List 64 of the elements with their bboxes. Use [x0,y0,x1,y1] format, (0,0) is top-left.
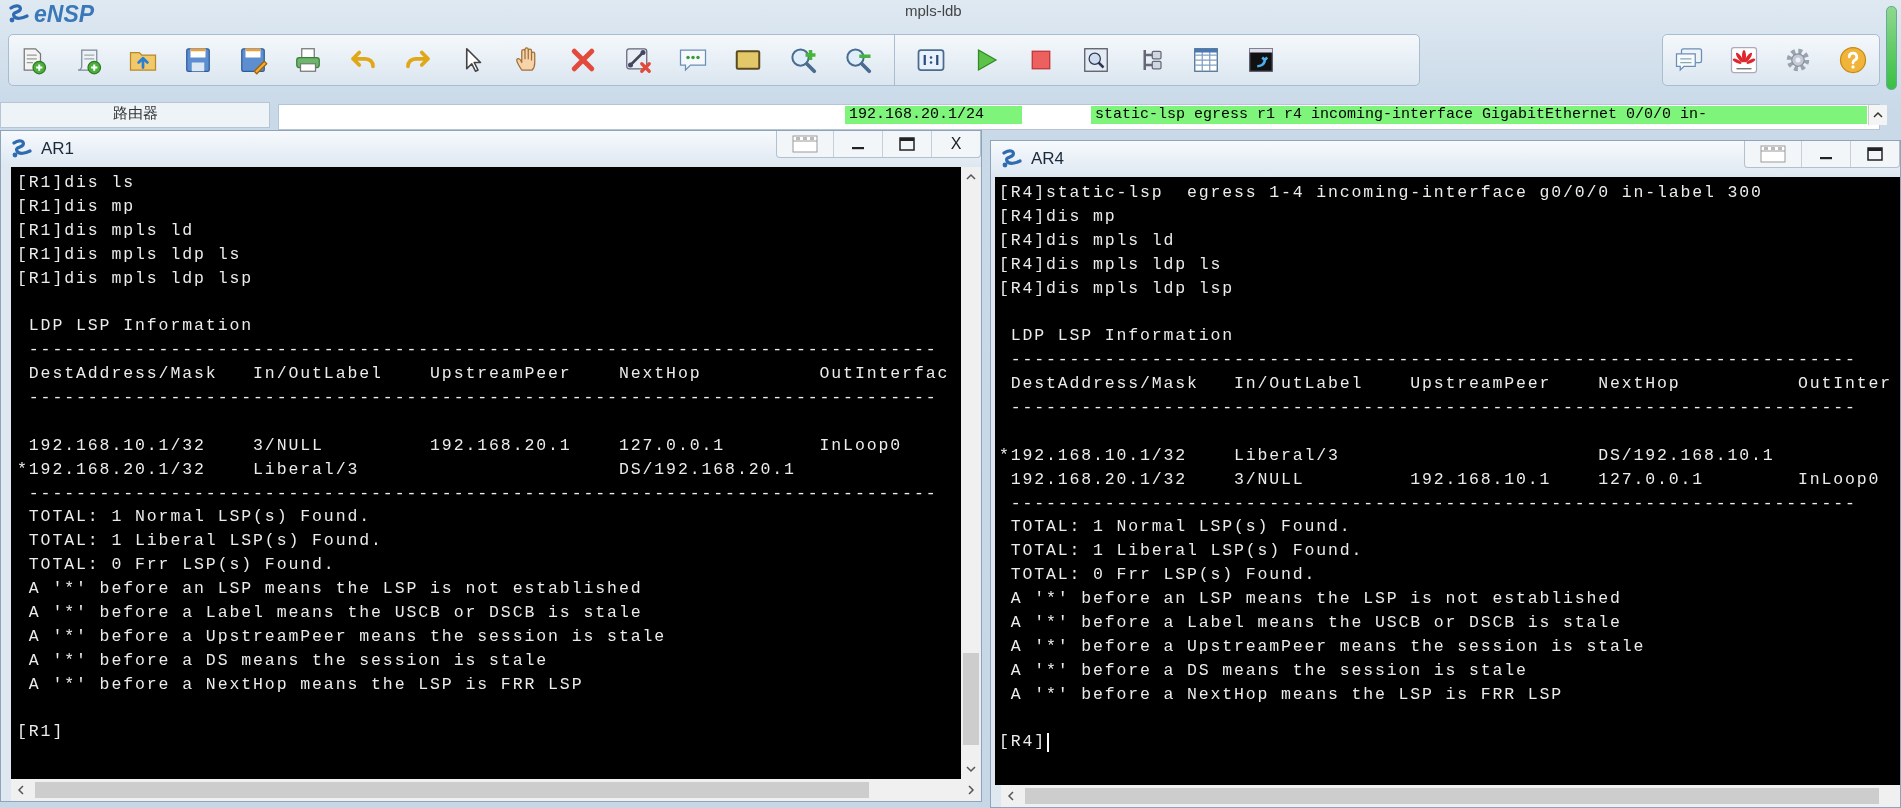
scrollbar-thumb[interactable] [1025,788,1880,804]
terminal-line: [R4]static-lsp egress 1-4 incoming-interface g0/0/0 in-label 300 [999,182,1763,204]
horizontal-scrollbar[interactable] [1001,785,1900,807]
scrollbar-thumb[interactable] [35,782,870,798]
maximize-icon[interactable] [899,137,915,151]
terminal-line: A '*' before a UpstreamPeer means the session is stale [27,625,667,648]
terminal-screen[interactable] [995,177,1900,785]
terminal-line: [R1]dis mpls ld [17,219,195,242]
terminal-line: A '*' before a Label means the USCB or DSCB is stale [1009,612,1622,635]
app-logo-icon [1001,149,1023,169]
terminal-line: [R4]dis mpls ldp ls [999,253,1223,276]
terminal-line: A '*' before a DS means the session is stale [1009,659,1528,682]
terminal-line: *192.168.10.1/32 Liberal/3 DS/192.168.10.1 [999,444,1775,467]
terminal-line: A '*' before a NextHop means the LSP is FRR LSP [27,673,584,696]
app-logo-icon [8,4,30,24]
terminal-line: [R4]dis mpls ld [999,229,1176,252]
terminal-line: ------------------------------------------------------------------------ [1009,397,1857,419]
maximize-icon[interactable] [1867,147,1883,161]
terminal-line: 192.168.20.1/32 3/NULL 192.168.10.1 127.0.0.1 InLoop0 [1009,468,1881,491]
terminal-line: [R1]dis mpls ldp lsp [17,267,254,290]
terminal-line: [R1]dis mpls ldp ls [17,243,242,266]
scrollbar-thumb[interactable] [963,653,979,745]
terminal-line: A '*' before a Label means the USCB or DSCB is stale [27,602,643,625]
scrollbar[interactable] [1886,6,1897,90]
terminal-line: TOTAL: 1 Normal LSP(s) Found. [27,506,372,529]
console-title: AR1 [41,139,75,159]
terminal-line: A '*' before a NextHop means the LSP is FRR LSP [1009,683,1564,706]
terminal-line: A '*' before an LSP means the LSP is not established [1009,588,1622,611]
terminal-line: LDP LSP Information [1009,325,1235,348]
horizontal-scrollbar[interactable] [11,779,981,801]
terminal-line: A '*' before an LSP means the LSP is not established [27,578,643,601]
command-text: static-lsp egress r1 r4 incoming-interface GigabitEthernet 0/0/0 in- [1091,106,1867,124]
window-title: mpls-ldb [905,2,962,19]
terminal-line: TOTAL: 0 Frr LSP(s) Found. [1009,564,1317,587]
terminal-line: DestAddress/Mask In/OutLabel UpstreamPeer NextHop OutInterfac [27,363,950,386]
device-tab[interactable]: 路由器 [0,102,270,128]
terminal-line: TOTAL: 0 Frr LSP(s) Found. [27,554,336,577]
terminal-line: A '*' before a DS means the session is stale [27,649,549,672]
terminal-line: [R4]dis mp [999,205,1117,228]
terminal-line: 192.168.10.1/32 3/NULL 192.168.20.1 127.0.0.1 InLoop0 [27,434,903,457]
terminal-line: [R4]dis mpls ldp lsp [999,277,1235,300]
terminal-line: [R1]dis mp [17,195,136,218]
terminal-line: ----------------------------------------------------------------------------- [27,339,938,362]
terminal-line: ------------------------------------------------------------------------ [1009,492,1857,515]
terminal-line: LDP LSP Information [27,315,254,338]
terminal-line: *192.168.20.1/32 Liberal/3 DS/192.168.20.1 [17,458,796,481]
terminal-line: DestAddress/Mask In/OutLabel UpstreamPeer NextHop OutInter [1009,373,1893,396]
terminal-line: TOTAL: 1 Liberal LSP(s) Found. [1009,540,1364,563]
terminal-line: A '*' before a UpstreamPeer means the session is stale [1009,635,1646,658]
terminal-line: [R1] [17,721,65,744]
terminal-line: [R1]dis ls [17,172,136,194]
app-logo-icon [11,139,33,159]
app-name: eNSP [34,1,95,27]
console-title: AR4 [1031,149,1065,169]
terminal-line: TOTAL: 1 Normal LSP(s) Found. [1009,516,1352,539]
terminal-line: ------------------------------------------------------------------------ [1009,349,1857,372]
terminal-line: ----------------------------------------------------------------------------- [27,387,938,409]
terminal-line: ----------------------------------------------------------------------------- [27,482,938,505]
terminal-screen[interactable] [11,167,961,779]
vertical-scrollbar[interactable] [961,167,981,779]
address-text: 192.168.20.1/24 [845,106,1022,124]
terminal-line: [R4] [999,731,1046,754]
terminal-line: TOTAL: 1 Liberal LSP(s) Found. [27,530,383,553]
scroll-up-icon[interactable] [1868,105,1887,125]
